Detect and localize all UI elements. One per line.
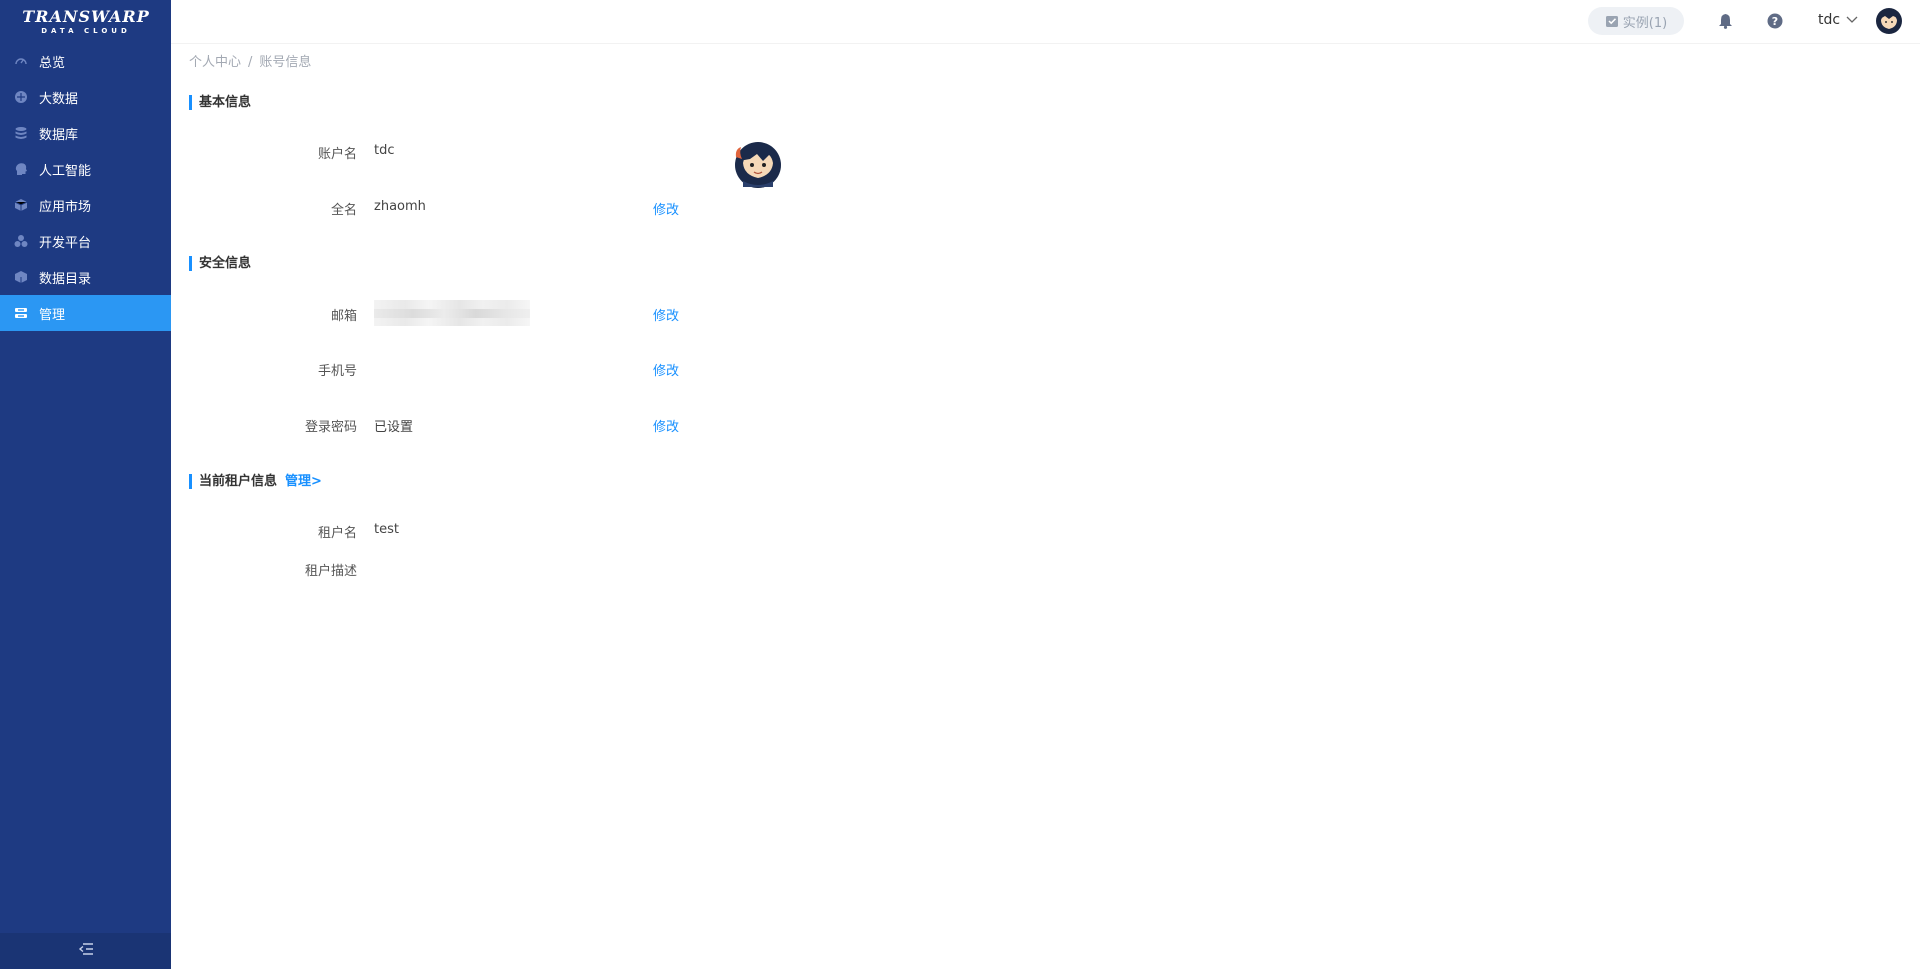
full-name-value: zhaomh [374, 199, 426, 214]
sidebar-item-dev-platform[interactable]: 开发平台 [0, 223, 171, 259]
svg-text:?: ? [1772, 15, 1778, 28]
app-market-icon [14, 198, 28, 212]
phone-label: 手机号 [317, 364, 357, 379]
section-title-tenant-info: 当前租户信息 管理> [189, 474, 322, 489]
sidebar-item-app-market[interactable]: 应用市场 [0, 187, 171, 223]
help-icon[interactable]: ? [1767, 13, 1783, 29]
instance-box-icon [1605, 14, 1619, 28]
sidebar-item-label: 总览 [39, 55, 66, 71]
password-label: 登录密码 [304, 420, 357, 435]
section-title-label: 当前租户信息 [199, 474, 278, 489]
dashboard-gauge-icon [14, 54, 28, 68]
section-title-security-info: 安全信息 [189, 256, 251, 271]
bell-icon[interactable] [1717, 13, 1733, 29]
full-name-label: 全名 [330, 203, 357, 218]
edit-full-name-link[interactable]: 修改 [653, 199, 679, 218]
section-title-basic-info: 基本信息 [189, 95, 251, 110]
sidebar-item-label: 开发平台 [39, 235, 92, 251]
top-header: 实例(1) ? tdc [171, 0, 1920, 44]
tenant-name-label: 租户名 [317, 526, 357, 541]
sidebar-item-ai[interactable]: 人工智能 [0, 151, 171, 187]
breadcrumb-account-info: 账号信息 [259, 55, 312, 70]
avatar[interactable] [1875, 7, 1903, 35]
section-title-label: 安全信息 [199, 256, 252, 271]
email-label: 邮箱 [330, 309, 357, 324]
sidebar: TRANSWARP DATA CLOUD 总览 大数据 数据库 人工智能 应用市… [0, 0, 171, 969]
sidebar-item-big-data[interactable]: 大数据 [0, 79, 171, 115]
email-value-redacted [374, 300, 530, 326]
logo-wordmark: TRANSWARP [22, 7, 150, 26]
sidebar-item-management[interactable]: 管理 [0, 295, 171, 331]
sidebar-item-database[interactable]: 数据库 [0, 115, 171, 151]
big-data-icon [14, 90, 28, 104]
section-title-label: 基本信息 [199, 95, 252, 110]
edit-password-link[interactable]: 修改 [653, 416, 679, 435]
sidebar-nav: 总览 大数据 数据库 人工智能 应用市场 开发平台 数据目录 管理 [0, 43, 171, 331]
account-name-label: 账户名 [317, 147, 357, 162]
breadcrumb-separator: / [248, 55, 253, 70]
profile-avatar[interactable] [733, 137, 783, 189]
sidebar-item-overview[interactable]: 总览 [0, 43, 171, 79]
tenant-description-label: 租户描述 [304, 564, 357, 579]
management-icon [14, 306, 28, 320]
sidebar-collapse-button[interactable] [0, 933, 171, 969]
sidebar-item-label: 数据目录 [39, 271, 92, 287]
sidebar-item-label: 人工智能 [39, 163, 92, 179]
dev-platform-icon [14, 234, 28, 248]
database-icon [14, 126, 28, 140]
instances-button[interactable]: 实例(1) [1588, 7, 1684, 35]
sidebar-item-label: 管理 [39, 307, 66, 323]
breadcrumb-personal-center[interactable]: 个人中心 [189, 55, 241, 70]
sidebar-item-label: 数据库 [39, 127, 79, 143]
instances-label: 实例(1) [1622, 15, 1668, 31]
edit-email-link[interactable]: 修改 [653, 305, 679, 324]
tenant-manage-link[interactable]: 管理> [285, 474, 322, 489]
password-value: 已设置 [374, 420, 414, 435]
account-name-value: tdc [374, 143, 395, 158]
tenant-name-value: test [374, 522, 399, 537]
sidebar-item-data-catalog[interactable]: 数据目录 [0, 259, 171, 295]
logo-subtitle: DATA CLOUD [41, 27, 131, 35]
sidebar-item-label: 大数据 [39, 91, 79, 107]
sidebar-item-label: 应用市场 [39, 199, 92, 215]
user-menu[interactable]: tdc [1818, 12, 1858, 28]
data-catalog-icon [14, 270, 28, 284]
collapse-menu-icon [78, 942, 94, 960]
transwarp-logo[interactable]: TRANSWARP DATA CLOUD [0, 0, 171, 44]
breadcrumb: 个人中心 / 账号信息 [189, 51, 311, 70]
ai-head-icon [14, 162, 28, 176]
edit-phone-link[interactable]: 修改 [653, 360, 679, 379]
chevron-down-icon [1846, 16, 1858, 24]
username-label: tdc [1818, 12, 1841, 28]
